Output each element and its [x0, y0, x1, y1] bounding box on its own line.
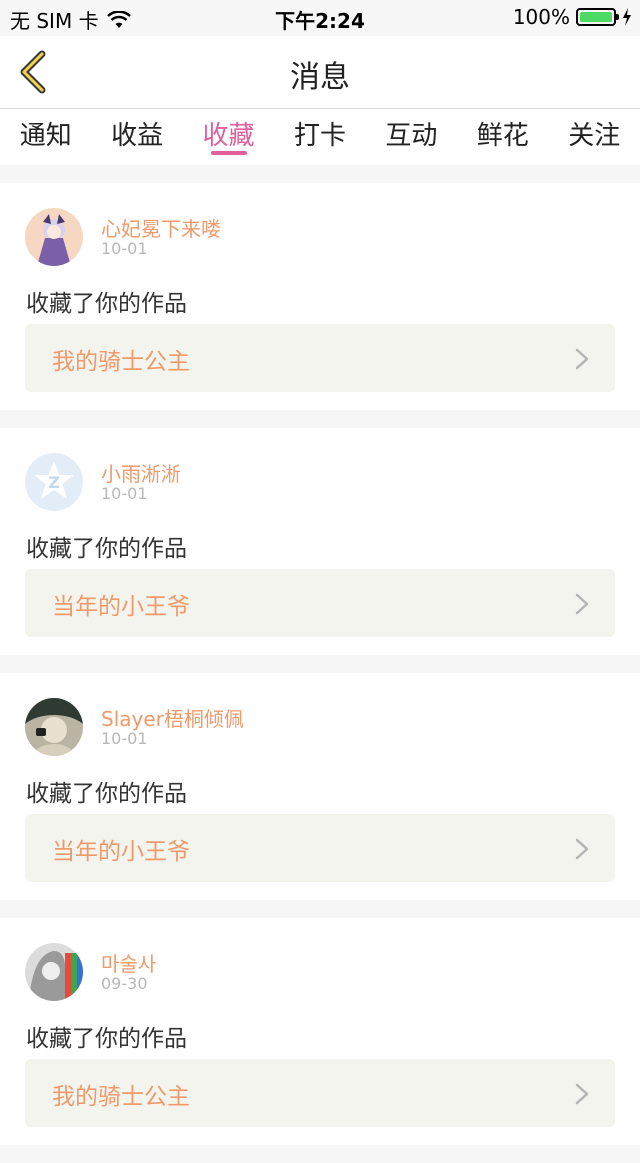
charging-icon [623, 8, 631, 26]
chevron-right-icon [575, 838, 589, 860]
username[interactable]: Slayer梧桐倾佩 [101, 703, 244, 732]
nav-bar: 消息 [0, 36, 640, 109]
tab-flowers[interactable]: 鲜花 [463, 109, 543, 152]
active-tab-indicator [210, 151, 247, 155]
page-title: 消息 [290, 60, 350, 95]
work-title: 当年的小王爷 [52, 594, 190, 620]
work-title: 我的骑士公主 [52, 1084, 190, 1110]
list-item: 心妃冕下来喽 10-01 收藏了你的作品 我的骑士公主 [0, 183, 640, 410]
message-date: 09-30 [101, 974, 148, 993]
username[interactable]: 마술사 [101, 948, 156, 977]
list-item: Slayer梧桐倾佩 10-01 收藏了你的作品 当年的小王爷 [0, 673, 640, 900]
work-link[interactable]: 当年的小王爷 [25, 569, 615, 637]
avatar[interactable] [25, 943, 83, 1001]
tab-earnings[interactable]: 收益 [97, 109, 177, 152]
status-bar: 无 SIM 卡 下午2:24 100% [0, 0, 640, 36]
action-text: 收藏了你的作品 [26, 536, 187, 562]
chevron-right-icon [575, 348, 589, 370]
tab-following[interactable]: 关注 [554, 109, 634, 152]
tab-favorites[interactable]: 收藏 [189, 109, 269, 155]
work-title: 当年的小王爷 [52, 839, 190, 865]
message-date: 10-01 [101, 729, 148, 748]
tab-bar: 通知 收益 收藏 打卡 互动 鲜花 关注 [0, 109, 640, 165]
list-item: 마술사 09-30 收藏了你的作品 我的骑士公主 [0, 918, 640, 1145]
avatar[interactable] [25, 208, 83, 266]
battery-percent: 100% [512, 5, 570, 29]
chevron-right-icon [575, 1083, 589, 1105]
tab-notifications[interactable]: 通知 [6, 109, 86, 152]
work-link[interactable]: 我的骑士公主 [25, 324, 615, 392]
list-item: Z 小雨淅淅 10-01 收藏了你的作品 当年的小王爷 [0, 428, 640, 655]
avatar[interactable]: Z [25, 453, 83, 511]
action-text: 收藏了你的作品 [26, 1026, 187, 1052]
tab-checkin[interactable]: 打卡 [280, 109, 360, 152]
message-list: 心妃冕下来喽 10-01 收藏了你的作品 我的骑士公主 Z 小雨淅淅 10-01… [0, 183, 640, 1163]
svg-text:Z: Z [48, 473, 60, 492]
work-link[interactable]: 我的骑士公主 [25, 1059, 615, 1127]
message-date: 10-01 [101, 484, 148, 503]
work-link[interactable]: 当年的小王爷 [25, 814, 615, 882]
message-date: 10-01 [101, 239, 148, 258]
work-title: 我的骑士公主 [52, 349, 190, 375]
tab-interaction[interactable]: 互动 [371, 109, 451, 152]
action-text: 收藏了你的作品 [26, 291, 187, 317]
status-right: 100% [513, 5, 632, 29]
action-text: 收藏了你的作品 [26, 781, 187, 807]
chevron-right-icon [575, 593, 589, 615]
username[interactable]: 心妃冕下来喽 [101, 213, 221, 242]
username[interactable]: 小雨淅淅 [101, 458, 181, 487]
battery-icon [576, 8, 619, 26]
avatar[interactable] [25, 698, 83, 756]
